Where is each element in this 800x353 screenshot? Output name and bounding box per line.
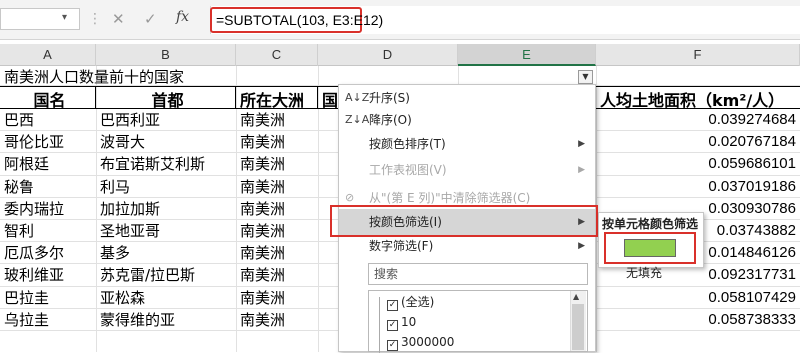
column-header-f[interactable]: F <box>596 44 800 66</box>
cancel-icon[interactable]: ✕ <box>112 10 125 28</box>
number-filter-item[interactable]: 数字筛选(F) ▶ <box>339 235 595 257</box>
header-capital[interactable]: 首都 <box>96 87 236 108</box>
cell-capital[interactable]: 加拉加斯 <box>96 198 236 219</box>
column-header-a[interactable]: A <box>0 44 96 66</box>
cell-capital[interactable]: 亚松森 <box>96 287 236 308</box>
header-continent[interactable]: 所在大洲 <box>236 87 318 108</box>
column-header-b[interactable]: B <box>96 44 236 66</box>
cell-area[interactable]: 0.058107429 <box>596 287 800 308</box>
filter-by-color-highlight <box>330 205 598 237</box>
cell-continent[interactable]: 南美洲 <box>236 198 318 219</box>
cell-capital[interactable]: 基多 <box>96 242 236 263</box>
cell-continent[interactable]: 南美洲 <box>236 220 318 241</box>
cell-continent[interactable]: 南美洲 <box>236 242 318 263</box>
no-fill-option[interactable]: 无填充 <box>626 264 662 281</box>
sheet-view-label: 工作表视图(V) <box>369 163 447 177</box>
chevron-right-icon: ▶ <box>578 241 585 251</box>
filter-search-input[interactable]: 搜索 <box>368 263 588 285</box>
column-header-d[interactable]: D <box>318 44 458 66</box>
insert-function-icon[interactable]: fx <box>176 9 189 25</box>
title-row: 南美洲人口数量前十的国家 <box>0 66 800 86</box>
sort-descending-icon: Z↓A <box>345 113 370 126</box>
sheet-title[interactable]: 南美洲人口数量前十的国家 <box>0 66 340 85</box>
cell-country[interactable]: 玻利维亚 <box>0 264 96 285</box>
green-color-swatch[interactable] <box>624 239 676 257</box>
cell-country[interactable]: 巴拉圭 <box>0 287 96 308</box>
cell-continent[interactable]: 南美洲 <box>236 309 318 330</box>
filter-value-label: (全选) <box>401 295 435 309</box>
cell-country[interactable]: 厄瓜多尔 <box>0 242 96 263</box>
sort-ascending-item[interactable]: A↓Z 升序(S) <box>339 87 595 109</box>
cell-continent[interactable]: 南美洲 <box>236 109 318 130</box>
cell-capital[interactable]: 苏克雷/拉巴斯 <box>96 264 236 285</box>
sort-ascending-label: 升序(S) <box>369 91 410 105</box>
cell-country[interactable]: 巴西 <box>0 109 96 130</box>
cell-area[interactable]: 0.058738333 <box>596 309 800 330</box>
sort-by-color-item[interactable]: 按颜色排序(T) ▶ <box>339 133 595 155</box>
sheet-view-item: 工作表视图(V) ▶ <box>339 159 595 181</box>
checkbox-checked-icon[interactable]: ✓ <box>387 320 398 331</box>
cell-country[interactable]: 乌拉圭 <box>0 309 96 330</box>
filter-value-label: 10 <box>401 315 417 329</box>
cell-area[interactable]: 0.039274684 <box>596 109 800 130</box>
chevron-right-icon: ▶ <box>578 139 585 149</box>
cell-capital[interactable]: 蒙得维的亚 <box>96 309 236 330</box>
cell-capital[interactable]: 巴西利亚 <box>96 109 236 130</box>
cell-capital[interactable]: 圣地亚哥 <box>96 220 236 241</box>
filter-value-item[interactable]: ✓ 3000000 <box>387 333 454 351</box>
name-box[interactable] <box>0 8 80 30</box>
filter-value-label: 3000000 <box>401 335 455 349</box>
clear-filter-label: 从"(第 E 列)"中清除筛选器(C) <box>369 191 531 205</box>
column-header-e[interactable]: E <box>458 44 596 66</box>
cell-continent[interactable]: 南美洲 <box>236 153 318 174</box>
cell-area[interactable]: 0.037019186 <box>596 176 800 197</box>
filter-dropdown-button[interactable]: ▼ <box>578 70 593 84</box>
filter-values-list: ✓ (全选) ✓ 10 ✓ 3000000 <box>368 290 588 353</box>
cell-capital[interactable]: 波哥大 <box>96 131 236 152</box>
sort-by-color-label: 按颜色排序(T) <box>369 137 446 151</box>
submenu-title: 按单元格颜色筛选 <box>602 217 699 231</box>
column-header-c[interactable]: C <box>236 44 318 66</box>
number-filter-label: 数字筛选(F) <box>369 239 434 253</box>
cell-continent[interactable]: 南美洲 <box>236 264 318 285</box>
column-headers: A B C D E F <box>0 44 800 66</box>
cell-continent[interactable]: 南美洲 <box>236 131 318 152</box>
checkbox-checked-icon[interactable]: ✓ <box>387 340 398 351</box>
cell-capital[interactable]: 布宜诺斯艾利斯 <box>96 153 236 174</box>
cell-continent[interactable]: 南美洲 <box>236 176 318 197</box>
header-area[interactable]: 人均土地面积（km²/人） <box>596 87 800 108</box>
list-scrollbar-thumb[interactable] <box>572 304 584 350</box>
sort-descending-item[interactable]: Z↓A 降序(O) <box>339 109 595 131</box>
cell-country[interactable]: 阿根廷 <box>0 153 96 174</box>
cell-capital[interactable]: 利马 <box>96 176 236 197</box>
header-country[interactable]: 国名 <box>0 87 96 108</box>
scroll-up-icon[interactable]: ▲ <box>573 292 579 301</box>
cell-area[interactable]: 0.020767184 <box>596 131 800 152</box>
enter-icon[interactable]: ✓ <box>144 10 157 28</box>
filter-value-select-all[interactable]: ✓ (全选) <box>387 293 434 311</box>
sort-ascending-icon: A↓Z <box>345 91 370 104</box>
checkbox-checked-icon[interactable]: ✓ <box>387 300 398 311</box>
chevron-down-icon[interactable]: ▾ <box>62 12 67 23</box>
cell-continent[interactable]: 南美洲 <box>236 287 318 308</box>
sort-descending-label: 降序(O) <box>369 113 412 127</box>
drag-handle-icon: ⋮ <box>88 11 103 27</box>
formula-text[interactable]: =SUBTOTAL(103, E3:E12) <box>210 7 383 33</box>
cell-country[interactable]: 智利 <box>0 220 96 241</box>
cell-area[interactable]: 0.059686101 <box>596 153 800 174</box>
cell-country[interactable]: 委内瑞拉 <box>0 198 96 219</box>
cell-country[interactable]: 哥伦比亚 <box>0 131 96 152</box>
filter-value-item[interactable]: ✓ 10 <box>387 313 416 331</box>
cell-country[interactable]: 秘鲁 <box>0 176 96 197</box>
chevron-right-icon: ▶ <box>578 165 585 175</box>
